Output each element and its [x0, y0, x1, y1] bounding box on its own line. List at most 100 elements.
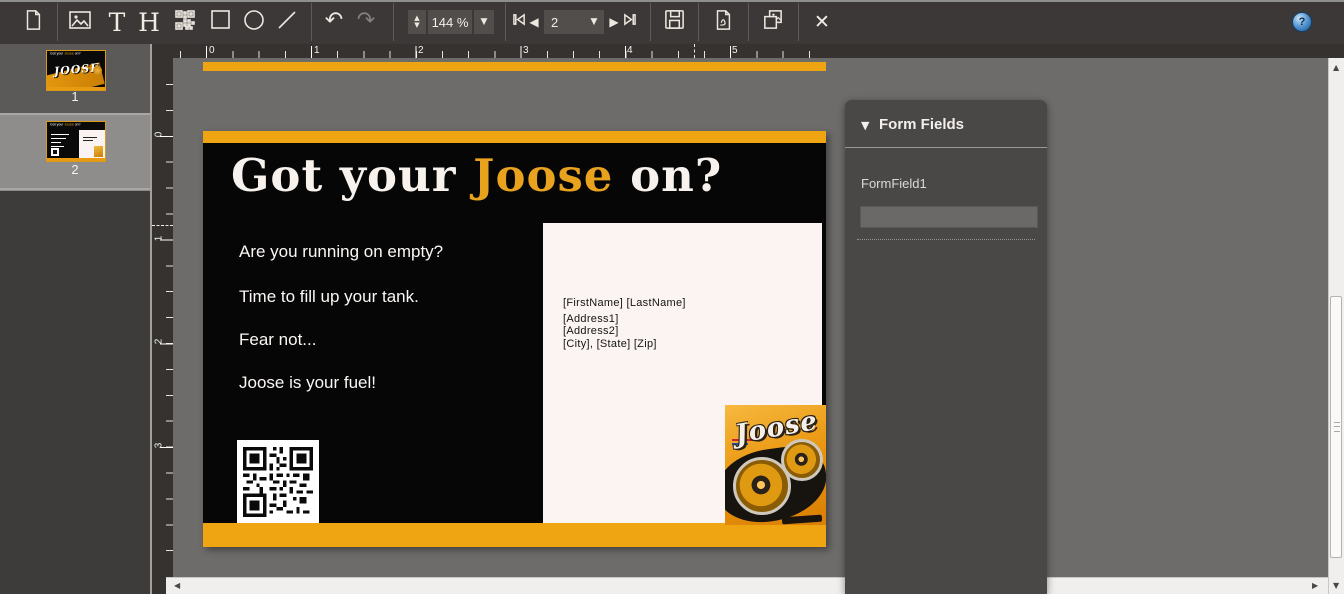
redo-button[interactable]: ↷	[353, 7, 379, 35]
heading-tool-icon: H	[138, 10, 160, 35]
toolbar-separator	[650, 3, 651, 41]
h-ruler-number: 2	[418, 45, 424, 56]
heading-tool-button[interactable]: H	[136, 8, 162, 36]
save-icon	[663, 8, 686, 36]
form-fields-panel: ▼ Form Fields FormField1	[845, 100, 1047, 594]
zoom-step-down-icon[interactable]: ▼	[414, 22, 419, 29]
vertical-scrollbar-thumb[interactable]	[1330, 296, 1342, 558]
undo-button[interactable]: ↶	[321, 7, 347, 35]
new-page-button[interactable]	[20, 9, 46, 35]
body-text-line[interactable]: Time to fill up your tank.	[239, 287, 419, 307]
pdf-icon	[712, 8, 734, 37]
merge-field-name[interactable]: [FirstName] [LastName]	[563, 297, 686, 309]
designer-window: T H ↶ ↷ ▲ ▼ 144 % ▼	[0, 0, 1344, 594]
v-ruler-number: 1	[154, 232, 165, 246]
headline-brand: Joose	[473, 149, 613, 202]
close-icon: ✕	[814, 11, 830, 34]
chevron-down-icon: ▼	[591, 18, 598, 27]
save-button[interactable]	[661, 9, 687, 35]
insert-image-button[interactable]	[67, 9, 93, 35]
circle-icon	[243, 9, 265, 36]
page-dropdown-button[interactable]: ▼	[584, 10, 604, 34]
joose-poster-image[interactable]: Joose	[725, 405, 826, 525]
headline-pre: Got your	[231, 149, 473, 202]
qr-code-element[interactable]	[237, 440, 319, 523]
scroll-right-icon[interactable]: ▶	[1312, 582, 1318, 590]
body-text-line[interactable]: Are you running on empty?	[239, 242, 443, 262]
h-ruler-number: 4	[627, 45, 633, 56]
line-icon	[276, 9, 298, 36]
zoom-dropdown-button[interactable]: ▼	[474, 10, 494, 34]
h-ruler-number: 1	[314, 45, 320, 56]
text-tool-icon: T	[109, 10, 126, 35]
qr-code-icon	[175, 10, 195, 35]
thumb-caption: Got your Joose on?	[50, 52, 81, 56]
zoom-stepper[interactable]: ▲ ▼	[408, 10, 426, 34]
thumb-bottom-bar	[47, 158, 105, 161]
v-ruler-number: 3	[154, 439, 165, 453]
formfield1-input[interactable]	[860, 206, 1038, 228]
line-tool-button[interactable]	[274, 9, 300, 35]
next-page-button[interactable]: ▶	[607, 14, 621, 30]
export-pdf-button[interactable]	[710, 9, 736, 35]
toolbar-separator	[393, 3, 394, 41]
page-2-label: 2	[0, 162, 150, 177]
h-ruler-major-ticks	[206, 46, 732, 58]
previous-page-icon: ◀	[529, 16, 538, 28]
scrollbar-grip	[1334, 422, 1340, 432]
redo-icon: ↷	[357, 10, 375, 32]
thumbnail-panel-empty-area	[0, 190, 150, 594]
copy-page-button[interactable]	[759, 9, 785, 35]
close-button[interactable]: ✕	[809, 9, 835, 35]
toolbar-separator	[798, 3, 799, 41]
insert-qr-button[interactable]	[172, 9, 198, 35]
rectangle-icon	[210, 9, 231, 35]
v-ruler-number: 2	[154, 335, 165, 349]
help-icon: ?	[1299, 16, 1306, 28]
panel-divider	[845, 147, 1047, 148]
v-ruler-major-ticks	[160, 136, 173, 450]
merge-field-address1[interactable]: [Address1]	[563, 313, 619, 325]
h-ruler-number: 5	[732, 45, 738, 56]
formfield1-label: FormField1	[861, 176, 927, 191]
toolbar: T H ↶ ↷ ▲ ▼ 144 % ▼	[0, 0, 1344, 44]
new-page-icon	[22, 8, 44, 37]
scroll-left-icon[interactable]: ◀	[174, 582, 180, 590]
page-1-thumbnail[interactable]: Got your Joose on? Joose	[46, 50, 106, 91]
help-button[interactable]: ?	[1292, 12, 1312, 32]
page-thumbnail-item-1[interactable]: Got your Joose on? Joose 1	[0, 44, 150, 113]
text-tool-button[interactable]: T	[104, 8, 130, 36]
first-page-button[interactable]	[512, 14, 527, 30]
scroll-down-icon[interactable]: ▼	[1333, 582, 1339, 590]
headline-post: on?	[613, 149, 722, 202]
previous-page-button[interactable]: ◀	[527, 14, 541, 30]
toolbar-separator	[748, 3, 749, 41]
merge-field-address2[interactable]: [Address2]	[563, 325, 619, 337]
body-text-line[interactable]: Joose is your fuel!	[239, 373, 376, 393]
body-text-line[interactable]: Fear not...	[239, 330, 316, 350]
first-page-icon	[513, 13, 526, 31]
page-thumbnail-item-2-selected[interactable]: Got your Joose on? 2	[0, 115, 150, 188]
scroll-up-icon[interactable]: ▲	[1333, 64, 1339, 72]
toolbar-separator	[57, 3, 58, 41]
thumb-caption: Got your Joose on?	[50, 123, 81, 127]
page-top-orange-bar[interactable]	[203, 131, 826, 143]
page-2-thumbnail[interactable]: Got your Joose on?	[46, 121, 106, 162]
zoom-value[interactable]: 144 %	[428, 10, 472, 34]
page-number-input[interactable]: 2	[544, 10, 589, 34]
page-1-label: 1	[0, 89, 150, 104]
document-page-2[interactable]: Got your Joose on? Are you running on em…	[203, 131, 826, 547]
merge-field-citystatezip[interactable]: [City], [State] [Zip]	[563, 338, 657, 350]
last-page-button[interactable]	[622, 14, 637, 30]
page-bottom-orange-bar[interactable]	[203, 523, 826, 547]
horizontal-scrollbar[interactable]: ◀ ▶	[166, 577, 1328, 594]
poster-footer-mark	[782, 515, 822, 525]
headline-text[interactable]: Got your Joose on?	[231, 149, 806, 202]
rectangle-tool-button[interactable]	[207, 9, 233, 35]
undo-icon: ↶	[325, 10, 343, 32]
ruler-corner	[1328, 44, 1344, 58]
dotted-divider	[857, 239, 1035, 240]
ellipse-tool-button[interactable]	[241, 9, 267, 35]
qr-code-image	[243, 447, 313, 517]
collapse-panel-icon[interactable]: ▼	[861, 120, 869, 131]
